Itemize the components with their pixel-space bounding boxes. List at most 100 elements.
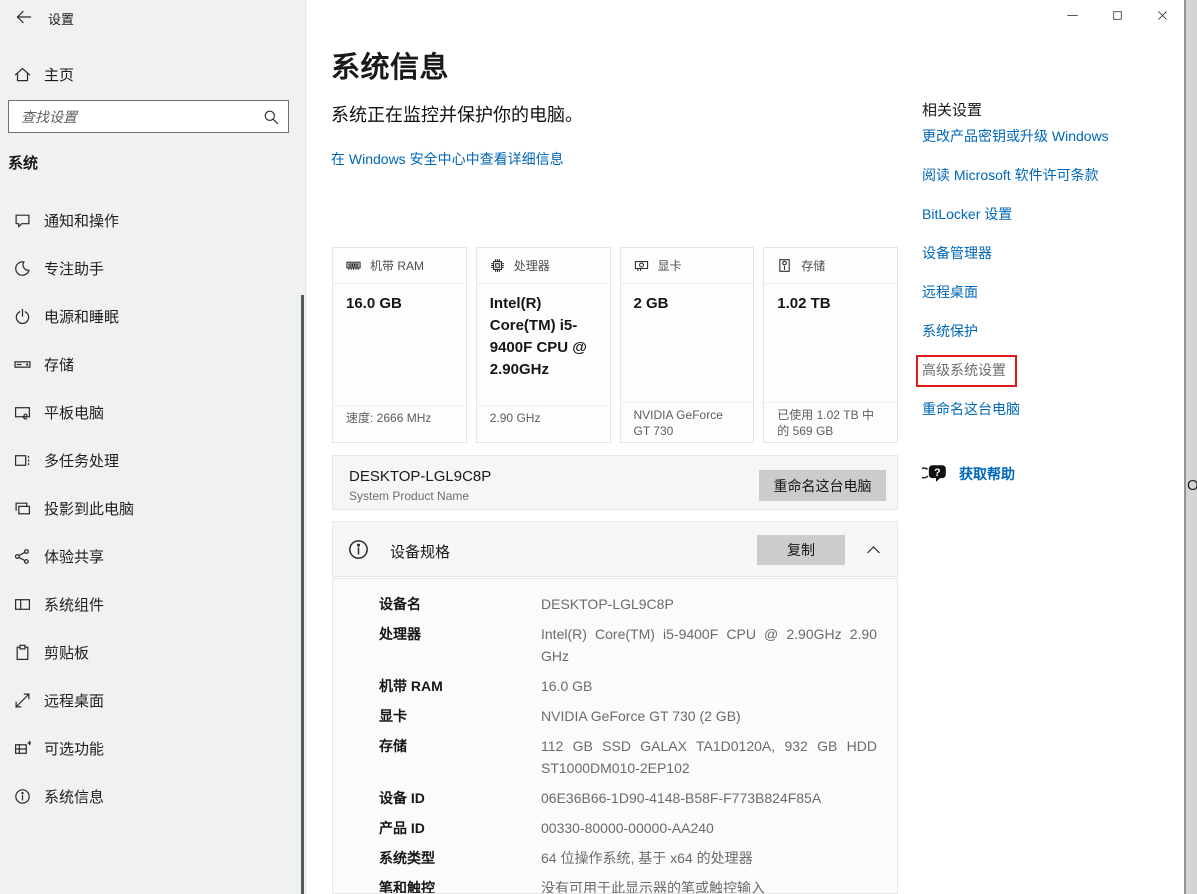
card-label: 处理器 [514, 257, 550, 274]
system-product-name: System Product Name [349, 489, 469, 503]
spec-row: 存储 112 GB SSD GALAX TA1D0120A, 932 GB HD… [379, 735, 877, 779]
sidebar-nav-item[interactable]: 远程桌面 [0, 676, 300, 724]
search-input[interactable] [9, 101, 288, 132]
spec-value: 06E36B66-1D90-4148-B58F-F773B824F85A [541, 787, 877, 809]
spec-row: 产品 ID 00330-80000-00000-AA240 [379, 817, 877, 839]
sidebar-nav-item[interactable]: 体验共享 [0, 532, 300, 580]
window-controls [1050, 0, 1185, 31]
sidebar-item-home[interactable]: 主页 [0, 56, 300, 92]
spec-value: 没有可用于此显示器的笔或触控输入 [541, 877, 877, 894]
spec-value: DESKTOP-LGL9C8P [541, 593, 877, 615]
spec-label: 存储 [379, 735, 541, 779]
clipboard-icon [14, 644, 31, 661]
chevron-up-icon[interactable] [866, 543, 881, 556]
sidebar-nav-item-label: 投影到此电脑 [44, 498, 134, 519]
sidebar-nav-item[interactable]: 通知和操作 [0, 196, 300, 244]
sidebar-nav-item[interactable]: 存储 [0, 340, 300, 388]
background-window-text: O [1187, 477, 1197, 494]
spec-label: 笔和触控 [379, 877, 541, 894]
related-link[interactable]: 系统保护 [922, 321, 978, 341]
home-icon [14, 66, 31, 83]
app-title: 设置 [48, 9, 74, 28]
windows-security-link[interactable]: 在 Windows 安全中心中查看详细信息 [331, 149, 564, 169]
related-settings-links: 更改产品密钥或升级 Windows 阅读 Microsoft 软件许可条款 Bi… [922, 126, 1109, 438]
rename-pc-button[interactable]: 重命名这台电脑 [759, 470, 886, 501]
sidebar-nav-item-label: 通知和操作 [44, 210, 119, 231]
sidebar-nav-item-label: 剪贴板 [44, 642, 89, 663]
get-help-link[interactable]: ? 获取帮助 [922, 463, 1015, 485]
summary-card: 机带 RAM 16.0 GB 速度: 2666 MHz [332, 247, 467, 443]
related-link[interactable]: 远程桌面 [922, 282, 978, 302]
svg-text:?: ? [934, 467, 941, 479]
sidebar-scrollbar[interactable] [301, 295, 304, 894]
card-value: 1.02 TB [764, 284, 897, 315]
help-icon: ? [922, 463, 948, 485]
sidebar-nav-item[interactable]: 系统信息 [0, 772, 300, 820]
spec-label: 显卡 [379, 705, 541, 727]
spec-label: 处理器 [379, 623, 541, 667]
related-link[interactable]: 更改产品密钥或升级 Windows [922, 126, 1109, 146]
window-control-button[interactable] [1050, 0, 1095, 31]
card-footer: 2.90 GHz [477, 405, 610, 442]
sidebar-nav-item[interactable]: 投影到此电脑 [0, 484, 300, 532]
related-link[interactable]: 高级系统设置 [916, 355, 1017, 387]
sidebar-nav-item[interactable]: 剪贴板 [0, 628, 300, 676]
device-specs-title: 设备规格 [390, 541, 450, 562]
sidebar-nav-item-label: 存储 [44, 354, 74, 375]
spec-value: Intel(R) Core(TM) i5-9400F CPU @ 2.90GHz… [541, 623, 877, 667]
about-icon [14, 788, 31, 805]
sidebar-nav-item[interactable]: 专注助手 [0, 244, 300, 292]
spec-value: 00330-80000-00000-AA240 [541, 817, 877, 839]
remote-desktop-icon [14, 692, 31, 709]
sidebar-nav-item[interactable]: 平板电脑 [0, 388, 300, 436]
spec-value: NVIDIA GeForce GT 730 (2 GB) [541, 705, 877, 727]
card-label: 存储 [801, 257, 825, 274]
related-settings-title: 相关设置 [922, 99, 982, 120]
spec-row: 系统类型 64 位操作系统, 基于 x64 的处理器 [379, 847, 877, 869]
sidebar-nav-item-label: 多任务处理 [44, 450, 119, 471]
spec-value: 112 GB SSD GALAX TA1D0120A, 932 GB HDD S… [541, 735, 877, 779]
page-subtitle: 系统正在监控并保护你的电脑。 [331, 101, 583, 127]
notifications-icon [14, 212, 31, 229]
related-link[interactable]: 设备管理器 [922, 243, 992, 263]
back-icon[interactable] [8, 4, 40, 30]
sidebar-nav-item[interactable]: 电源和睡眠 [0, 292, 300, 340]
disk-icon [777, 258, 792, 273]
search-icon[interactable] [263, 109, 279, 125]
storage-icon [14, 356, 31, 373]
sidebar-nav-item[interactable]: 系统组件 [0, 580, 300, 628]
search-box [8, 100, 289, 133]
ram-icon [346, 258, 361, 273]
spec-row: 显卡 NVIDIA GeForce GT 730 (2 GB) [379, 705, 877, 727]
sidebar-nav-item-label: 系统组件 [44, 594, 104, 615]
spec-row: 设备 ID 06E36B66-1D90-4148-B58F-F773B824F8… [379, 787, 877, 809]
spec-row: 设备名 DESKTOP-LGL9C8P [379, 593, 877, 615]
sidebar-nav-item[interactable]: 可选功能 [0, 724, 300, 772]
computer-name: DESKTOP-LGL9C8P [349, 468, 491, 485]
window-control-button[interactable] [1140, 0, 1185, 31]
page-title: 系统信息 [331, 44, 449, 86]
projecting-icon [14, 500, 31, 517]
close-icon [1157, 10, 1168, 21]
copy-button[interactable]: 复制 [757, 535, 845, 565]
card-footer: 速度: 2666 MHz [333, 405, 466, 442]
card-value: 2 GB [621, 284, 754, 315]
spec-label: 机带 RAM [379, 675, 541, 697]
multitasking-icon [14, 452, 31, 469]
window-control-button[interactable] [1095, 0, 1140, 31]
system-components-icon [14, 596, 31, 613]
info-icon [348, 539, 369, 560]
related-link[interactable]: BitLocker 设置 [922, 204, 1012, 224]
spec-row: 机带 RAM 16.0 GB [379, 675, 877, 697]
get-help-label: 获取帮助 [959, 464, 1015, 484]
card-footer: NVIDIA GeForce GT 730 [621, 402, 754, 442]
related-link[interactable]: 阅读 Microsoft 软件许可条款 [922, 165, 1099, 185]
sidebar-nav-item-label: 专注助手 [44, 258, 104, 279]
related-link[interactable]: 重命名这台电脑 [922, 399, 1020, 419]
sidebar-nav-item[interactable]: 多任务处理 [0, 436, 300, 484]
sidebar-nav: 通知和操作 专注助手 电源和睡眠 存储 平板电脑 多任务处理 投影到此电脑 体验… [0, 196, 300, 820]
sidebar-nav-item-label: 系统信息 [44, 786, 104, 807]
spec-label: 设备 ID [379, 787, 541, 809]
device-specs-header[interactable]: 设备规格 复制 [332, 521, 898, 577]
computer-name-panel: DESKTOP-LGL9C8P System Product Name 重命名这… [332, 455, 898, 510]
